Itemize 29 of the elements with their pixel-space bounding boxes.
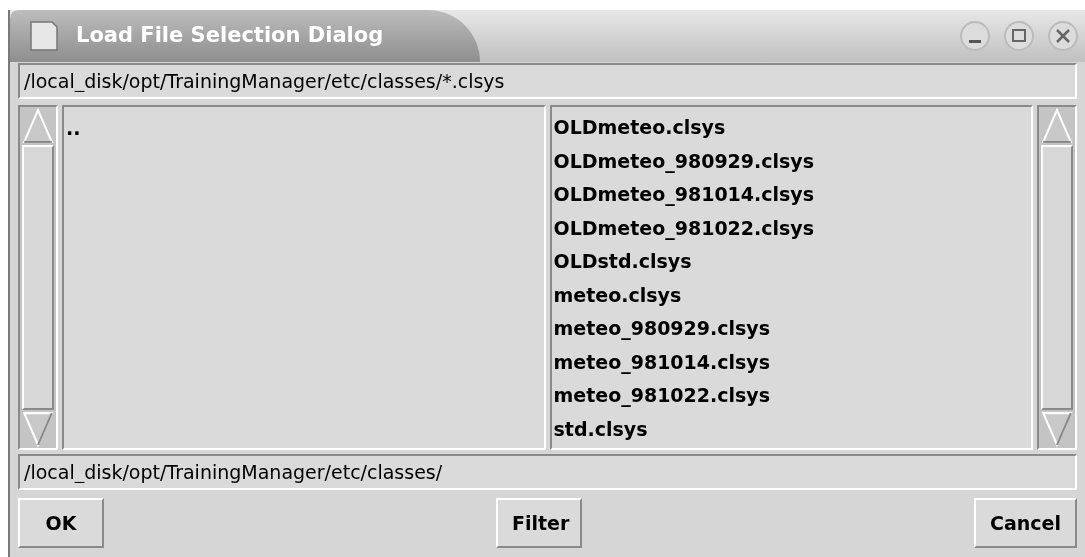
file-item[interactable]: meteo.clsys xyxy=(553,278,1029,312)
window-title: Load File Selection Dialog xyxy=(76,22,384,50)
down-arrow-icon[interactable] xyxy=(21,411,55,447)
file-item[interactable]: meteo_980929.clsys xyxy=(553,312,1029,346)
directory-item[interactable]: .. xyxy=(66,111,542,145)
file-item[interactable]: OLDmeteo_981022.clsys xyxy=(553,211,1029,245)
scrollbar-thumb[interactable] xyxy=(22,145,54,410)
filter-field[interactable]: /local_disk/opt/TrainingManager/etc/classes/*.clsys xyxy=(18,63,1077,99)
file-item[interactable]: OLDmeteo_980929.clsys xyxy=(553,144,1029,178)
scrollbar[interactable] xyxy=(18,105,58,450)
file-item[interactable]: meteo_981014.clsys xyxy=(553,345,1029,379)
up-arrow-icon[interactable] xyxy=(21,108,55,144)
close-icon[interactable] xyxy=(1047,20,1079,52)
scrollbar-thumb[interactable] xyxy=(1041,145,1073,410)
dialog-button[interactable]: OK xyxy=(18,498,104,548)
file-item[interactable]: OLDmeteo_981014.clsys xyxy=(553,178,1029,212)
up-arrow-icon[interactable] xyxy=(1040,108,1074,144)
file-item[interactable]: OLDmeteo.clsys xyxy=(553,111,1029,145)
down-arrow-icon[interactable] xyxy=(1040,411,1074,447)
document-icon xyxy=(30,21,58,51)
file-item[interactable]: std.clsys xyxy=(553,412,1029,446)
file-item[interactable]: meteo_981022.clsys xyxy=(553,379,1029,413)
dialog-button[interactable]: Cancel xyxy=(974,498,1077,548)
scrollbar[interactable] xyxy=(1037,105,1077,450)
maximize-icon[interactable] xyxy=(1003,20,1035,52)
minimize-icon[interactable] xyxy=(959,20,991,52)
selection-field[interactable]: /local_disk/opt/TrainingManager/etc/classes/ xyxy=(18,454,1077,490)
file-item[interactable]: OLDstd.clsys xyxy=(553,245,1029,279)
dialog-button[interactable]: Filter xyxy=(496,498,582,548)
